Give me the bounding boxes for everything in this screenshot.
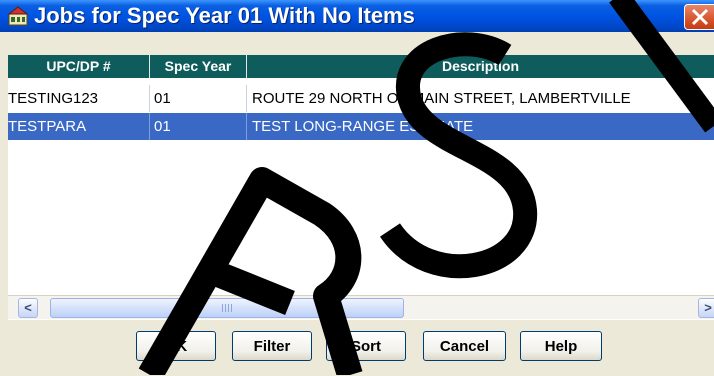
scrollbar-thumb[interactable]: [50, 298, 404, 318]
button-bar: OK Filter Sort Cancel Help: [8, 319, 714, 376]
cell-description: TEST LONG-RANGE ESTIMATE: [252, 118, 474, 135]
ok-button[interactable]: OK: [136, 331, 216, 361]
cell-description: ROUTE 29 NORTH OF MAIN STREET, LAMBERTVI…: [252, 90, 631, 107]
cell-upc: TESTPARA: [8, 113, 150, 140]
horizontal-scrollbar[interactable]: < >: [8, 295, 714, 319]
close-icon: [691, 8, 709, 26]
cell-spec-year: 01: [150, 113, 247, 140]
jobs-table: UPC/DP # Spec Year Description TESTING12…: [8, 55, 714, 295]
column-header-description[interactable]: Description: [247, 55, 714, 78]
title-bar: Jobs for Spec Year 01 With No Items: [0, 0, 714, 32]
table-row[interactable]: TESTING123 01 ROUTE 29 NORTH OF MAIN STR…: [8, 85, 714, 112]
window-title: Jobs for Spec Year 01 With No Items: [34, 3, 415, 28]
scroll-right-icon: >: [704, 300, 712, 315]
app-icon: [8, 6, 28, 26]
table-header: UPC/DP # Spec Year Description: [8, 55, 714, 78]
scroll-left-icon: <: [24, 300, 32, 315]
close-button[interactable]: [684, 4, 714, 30]
help-button[interactable]: Help: [520, 331, 602, 361]
cell-spec-year: 01: [150, 85, 247, 112]
table-row[interactable]: TESTPARA 01 TEST LONG-RANGE ESTIMATE: [8, 113, 714, 140]
cancel-button[interactable]: Cancel: [423, 331, 506, 361]
scroll-right-button[interactable]: >: [698, 298, 714, 318]
sort-button[interactable]: Sort: [326, 331, 406, 361]
grip-icon: [222, 304, 234, 312]
column-header-spec-year[interactable]: Spec Year: [150, 55, 247, 78]
column-header-upc[interactable]: UPC/DP #: [8, 55, 150, 78]
filter-button[interactable]: Filter: [232, 331, 312, 361]
scroll-left-button[interactable]: <: [18, 298, 38, 318]
cell-upc: TESTING123: [8, 85, 150, 112]
